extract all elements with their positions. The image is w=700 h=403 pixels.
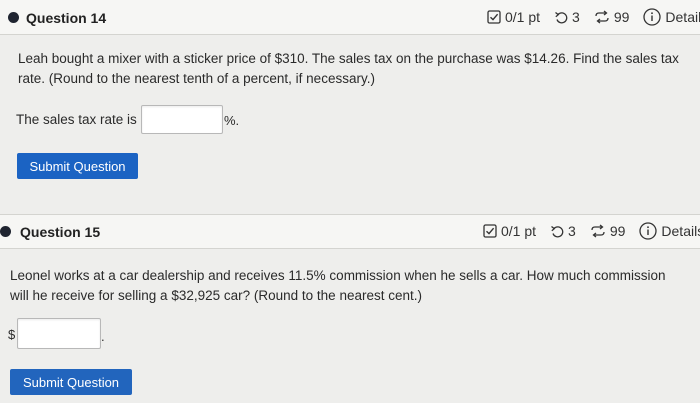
- question-14-prompt: Leah bought a mixer with a sticker price…: [18, 49, 698, 89]
- undo-icon: [550, 224, 564, 238]
- question-14-answer-suffix: %.: [224, 113, 240, 128]
- question-15-submit-button[interactable]: Submit Question: [10, 369, 132, 395]
- question-bullet-icon: [0, 226, 11, 237]
- question-15-details: Details: [661, 223, 700, 239]
- question-bullet-icon: [8, 12, 19, 23]
- details-link[interactable]: Details: [639, 222, 700, 240]
- checkbox-icon: [483, 224, 497, 238]
- question-15-prompt-line-1: Leonel works at a car dealership and rec…: [10, 268, 666, 283]
- question-15-title: Question 15: [20, 224, 101, 240]
- question-15-attempts: 99: [609, 223, 626, 239]
- undo-icon: [554, 10, 568, 24]
- commission-input[interactable]: [17, 318, 101, 349]
- info-icon: [643, 8, 662, 26]
- question-15-score: 0/1 pt: [501, 223, 537, 239]
- question-14-details: Details: [665, 9, 700, 25]
- info-icon: [639, 222, 658, 240]
- question-14-retries: 3: [572, 9, 580, 25]
- checkbox-icon: [487, 10, 501, 24]
- question-14-title: Question 14: [26, 10, 107, 26]
- question-15-prompt-line-2: will he receive for selling a $32,925 ca…: [10, 288, 422, 303]
- question-14-header: Question 14 0/1 pt 3 99 Details: [0, 0, 700, 35]
- tax-rate-input[interactable]: [141, 105, 223, 134]
- question-15-meta: 0/1 pt 3 99 Details: [483, 222, 700, 240]
- question-14-score: 0/1 pt: [505, 9, 541, 25]
- question-14-prompt-line-2: rate. (Round to the nearest tenth of a p…: [18, 71, 375, 86]
- question-14-attempts: 99: [613, 9, 630, 25]
- question-15-header: Question 15 0/1 pt 3 99 Details: [0, 214, 700, 249]
- question-14-answer-label: The sales tax rate is: [16, 112, 137, 127]
- question-14-prompt-line-1: Leah bought a mixer with a sticker price…: [18, 51, 679, 66]
- repeat-icon: [594, 10, 610, 24]
- question-14-submit-button[interactable]: Submit Question: [17, 153, 138, 179]
- question-15-prompt: Leonel works at a car dealership and rec…: [10, 266, 698, 306]
- details-link[interactable]: Details: [643, 8, 700, 26]
- question-14-meta: 0/1 pt 3 99 Details: [487, 8, 700, 26]
- question-15-answer-suffix: .: [101, 329, 105, 344]
- repeat-icon: [590, 224, 606, 238]
- question-15-retries: 3: [568, 223, 576, 239]
- question-15-answer-prefix: $: [8, 327, 16, 342]
